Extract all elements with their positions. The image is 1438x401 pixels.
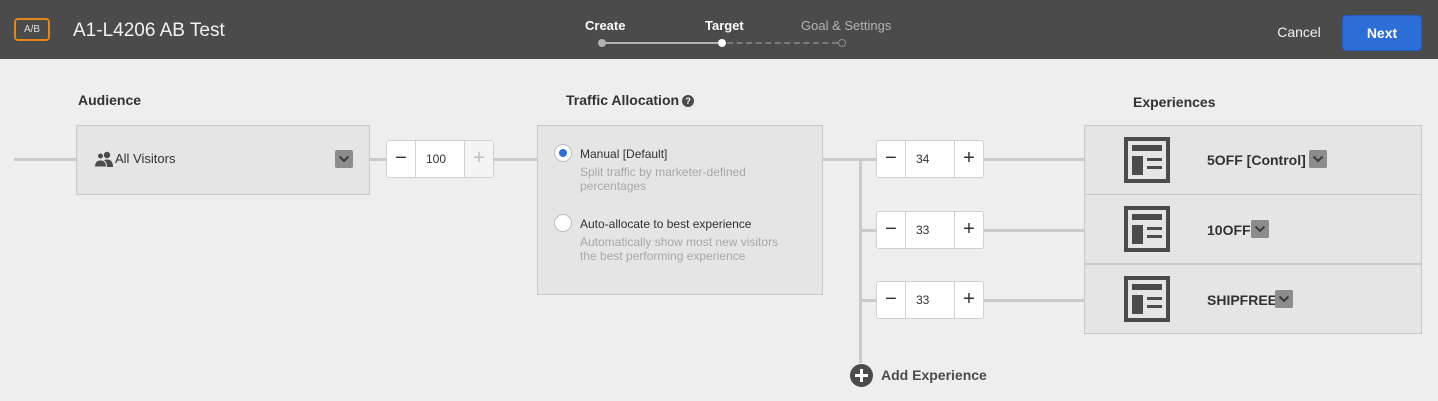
connector-line bbox=[984, 158, 1084, 161]
decrement-button[interactable]: − bbox=[387, 141, 416, 177]
experience-row[interactable]: SHIPFREE bbox=[1084, 264, 1422, 334]
chevron-down-icon bbox=[1312, 155, 1324, 163]
increment-button[interactable]: + bbox=[464, 141, 493, 177]
connector-line bbox=[823, 158, 876, 161]
experience-row[interactable]: 10OFF bbox=[1084, 194, 1422, 264]
increment-button[interactable]: + bbox=[954, 141, 983, 177]
experience-allocation-stepper[interactable]: − + bbox=[876, 211, 984, 249]
increment-button[interactable]: + bbox=[954, 282, 983, 318]
users-icon bbox=[94, 151, 113, 167]
auto-allocate-radio[interactable] bbox=[554, 214, 572, 232]
step-target[interactable]: Target bbox=[705, 18, 744, 33]
step-goal-dot bbox=[838, 39, 846, 47]
auto-allocate-description: Automatically show most new visitors the… bbox=[580, 235, 779, 263]
step-create-dot bbox=[598, 39, 606, 47]
audience-name: All Visitors bbox=[115, 151, 176, 166]
manual-allocation-label[interactable]: Manual [Default] bbox=[580, 147, 667, 161]
help-icon[interactable]: ? bbox=[682, 95, 695, 107]
increment-button[interactable]: + bbox=[954, 212, 983, 248]
experience-name[interactable]: 10OFF bbox=[1207, 222, 1251, 238]
chevron-down-icon bbox=[1254, 225, 1266, 233]
experience-dropdown-button[interactable] bbox=[1275, 290, 1293, 308]
layout-template-icon bbox=[1124, 206, 1170, 252]
experience-allocation-input[interactable] bbox=[907, 282, 953, 318]
audience-allocation-stepper[interactable]: − + bbox=[386, 140, 494, 178]
connector-branch-line bbox=[859, 158, 862, 363]
decrement-button[interactable]: − bbox=[877, 282, 906, 318]
add-circle-icon bbox=[850, 364, 873, 387]
step-target-dot bbox=[718, 39, 726, 47]
connector-line bbox=[370, 158, 386, 161]
experience-allocation-stepper[interactable]: − + bbox=[876, 140, 984, 178]
activity-title[interactable]: A1-L4206 AB Test bbox=[73, 20, 225, 42]
experience-allocation-input[interactable] bbox=[907, 141, 953, 177]
layout-template-icon bbox=[1124, 276, 1170, 322]
experience-dropdown-button[interactable] bbox=[1309, 150, 1327, 168]
decrement-button[interactable]: − bbox=[877, 212, 906, 248]
experience-name[interactable]: 5OFF [Control] bbox=[1207, 152, 1306, 168]
manual-allocation-radio[interactable] bbox=[554, 144, 572, 162]
add-experience-label: Add Experience bbox=[881, 367, 987, 383]
audience-heading: Audience bbox=[78, 92, 142, 108]
experience-dropdown-button[interactable] bbox=[1251, 220, 1269, 238]
auto-allocate-label[interactable]: Auto-allocate to best experience bbox=[580, 217, 751, 231]
step-progress-line bbox=[606, 42, 718, 44]
manual-allocation-description: Split traffic by marketer-defined percen… bbox=[580, 165, 746, 193]
chevron-down-icon bbox=[338, 155, 350, 163]
next-button[interactable]: Next bbox=[1342, 15, 1422, 51]
audience-allocation-input[interactable] bbox=[417, 141, 463, 177]
step-create[interactable]: Create bbox=[585, 18, 625, 33]
experience-allocation-input[interactable] bbox=[907, 212, 953, 248]
cancel-button[interactable]: Cancel bbox=[1265, 16, 1333, 48]
top-header: A/B A1-L4206 AB Test Create Target Goal … bbox=[0, 0, 1438, 59]
experience-name[interactable]: SHIPFREE bbox=[1207, 292, 1277, 308]
audience-dropdown-button[interactable] bbox=[335, 150, 353, 168]
connector-line bbox=[14, 158, 76, 161]
connector-line bbox=[859, 299, 876, 302]
connector-line bbox=[984, 299, 1084, 302]
connector-line bbox=[494, 158, 537, 161]
chevron-down-icon bbox=[1278, 295, 1290, 303]
activity-type-badge: A/B bbox=[14, 18, 50, 41]
audience-card[interactable]: All Visitors bbox=[76, 125, 370, 195]
experience-allocation-stepper[interactable]: − + bbox=[876, 281, 984, 319]
traffic-allocation-card: Manual [Default] Split traffic by market… bbox=[537, 125, 823, 295]
step-pending-line bbox=[727, 42, 838, 44]
decrement-button[interactable]: − bbox=[877, 141, 906, 177]
step-goal-settings[interactable]: Goal & Settings bbox=[801, 18, 891, 33]
experience-row[interactable]: 5OFF [Control] bbox=[1084, 125, 1422, 195]
layout-template-icon bbox=[1124, 137, 1170, 183]
traffic-allocation-heading: Traffic Allocation? bbox=[566, 92, 695, 108]
experiences-heading: Experiences bbox=[1133, 94, 1216, 110]
traffic-allocation-heading-text: Traffic Allocation bbox=[566, 92, 680, 108]
connector-line bbox=[984, 229, 1084, 232]
connector-line bbox=[859, 229, 876, 232]
